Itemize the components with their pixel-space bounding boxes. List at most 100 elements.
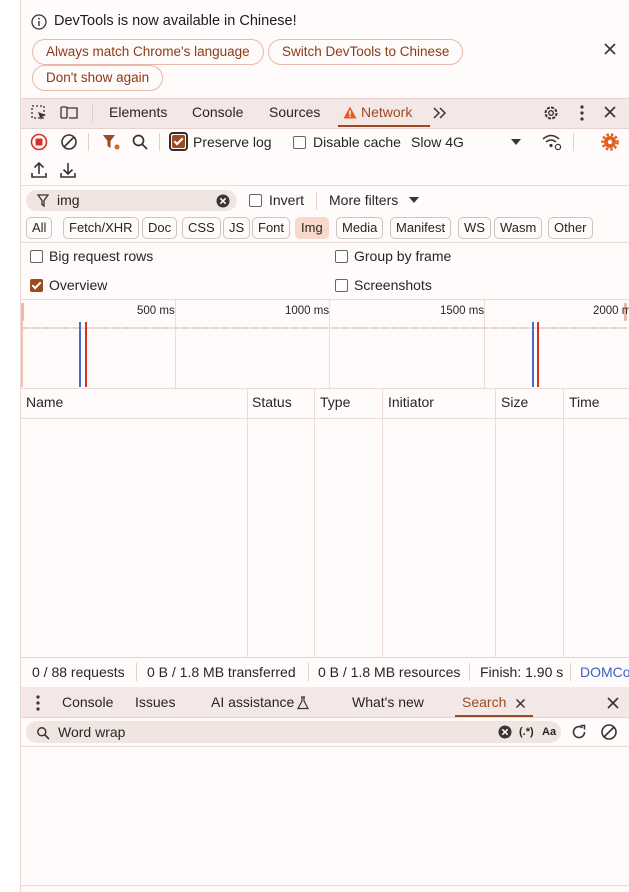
gridline: [484, 300, 485, 388]
search-icon[interactable]: [131, 133, 149, 151]
kebab-menu-icon[interactable]: [574, 103, 590, 123]
screenshots-label[interactable]: Screenshots: [354, 277, 432, 293]
gear-icon[interactable]: [541, 103, 561, 123]
type-filter-font[interactable]: Font: [252, 217, 291, 239]
load-marker: [85, 322, 87, 387]
filter-value[interactable]: img: [57, 192, 80, 208]
big-request-rows-checkbox[interactable]: [30, 250, 43, 263]
invert-label[interactable]: Invert: [269, 192, 304, 208]
record-stop-icon[interactable]: [30, 133, 48, 151]
tab-console[interactable]: Console: [192, 104, 243, 120]
more-filters-button[interactable]: More filters: [329, 192, 398, 208]
column-initiator[interactable]: Initiator: [388, 394, 434, 410]
drawer-menu-icon[interactable]: [31, 694, 45, 712]
type-filter-img[interactable]: Img: [295, 217, 329, 239]
close-devtools-icon[interactable]: [601, 103, 619, 121]
refresh-icon[interactable]: [570, 723, 588, 741]
type-filter-doc[interactable]: Doc: [142, 217, 178, 239]
close-search-tab-icon[interactable]: [513, 696, 527, 710]
match-case-toggle[interactable]: Aa: [542, 726, 556, 738]
import-har-icon[interactable]: [30, 161, 48, 179]
more-tabs-icon[interactable]: [431, 104, 449, 122]
drawer-tab-search[interactable]: Search: [462, 694, 506, 710]
clear-filter-icon[interactable]: [215, 193, 230, 208]
type-filter-ws[interactable]: WS: [458, 217, 491, 239]
search-value[interactable]: Word wrap: [58, 724, 125, 740]
screenshots-checkbox[interactable]: [335, 279, 348, 292]
invert-checkbox[interactable]: [249, 194, 262, 207]
load-marker-2: [537, 322, 539, 387]
warning-icon: [343, 105, 357, 119]
clear-search-results-icon[interactable]: [600, 723, 618, 741]
type-filter-media[interactable]: Media: [336, 217, 384, 239]
column-size[interactable]: Size: [501, 394, 528, 410]
status-requests: 0 / 88 requests: [32, 664, 125, 680]
clear-search-icon[interactable]: [497, 724, 512, 739]
infobar-message: DevTools is now available in Chinese!: [54, 13, 297, 29]
inspect-element-icon[interactable]: [29, 103, 49, 123]
throttling-select[interactable]: Slow 4G: [411, 134, 464, 150]
gridline: [175, 300, 176, 388]
type-filter-wasm[interactable]: Wasm: [494, 217, 543, 239]
active-tab-underline: [338, 125, 430, 127]
drawer-tab-issues[interactable]: Issues: [135, 694, 175, 710]
type-filter-js[interactable]: JS: [223, 217, 251, 239]
drawer-tab-whats-new[interactable]: What's new: [352, 694, 424, 710]
group-by-frame-label[interactable]: Group by frame: [354, 248, 451, 264]
close-infobar-icon[interactable]: [601, 40, 619, 58]
request-list-body[interactable]: [21, 419, 629, 657]
preserve-log-checkbox[interactable]: [172, 135, 185, 148]
page-edge: [0, 0, 21, 892]
overview-left-handle[interactable]: [21, 303, 24, 321]
export-har-icon[interactable]: [59, 161, 77, 179]
device-toolbar-icon[interactable]: [59, 103, 79, 123]
status-transferred: 0 B / 1.8 MB transferred: [147, 664, 296, 680]
search-field-icon: [35, 725, 50, 740]
disable-cache-checkbox[interactable]: [293, 136, 306, 149]
column-status[interactable]: Status: [252, 394, 292, 410]
close-drawer-icon[interactable]: [604, 694, 622, 712]
dropdown-arrow-icon[interactable]: [510, 137, 522, 147]
type-filter-manifest[interactable]: Manifest: [390, 217, 452, 239]
regex-toggle[interactable]: (.*): [519, 726, 534, 738]
tab-elements[interactable]: Elements: [109, 104, 167, 120]
overview-label[interactable]: Overview: [49, 277, 107, 293]
filter-icon[interactable]: [101, 133, 121, 151]
status-resources: 0 B / 1.8 MB resources: [318, 664, 461, 680]
column-time[interactable]: Time: [569, 394, 600, 410]
type-filter-all[interactable]: All: [26, 217, 53, 239]
drawer-tab-console[interactable]: Console: [62, 694, 113, 710]
preserve-log-label[interactable]: Preserve log: [193, 134, 272, 150]
gridline: [329, 300, 330, 388]
status-domcontentloaded: DOMCo: [580, 664, 629, 680]
flask-icon: [296, 695, 310, 711]
tab-network[interactable]: Network: [361, 104, 412, 120]
domcontentloaded-marker-2: [532, 322, 534, 387]
type-filter-css[interactable]: CSS: [182, 217, 221, 239]
match-language-button[interactable]: Always match Chrome's language: [32, 39, 264, 65]
drawer-active-tab-underline: [455, 715, 533, 717]
filter-funnel-icon: [36, 193, 50, 207]
tab-sources[interactable]: Sources: [269, 104, 320, 120]
type-filter-fetch-xhr[interactable]: Fetch/XHR: [63, 217, 139, 239]
overview-left-edge: [21, 321, 23, 387]
switch-to-chinese-button[interactable]: Switch DevTools to Chinese: [268, 39, 464, 65]
status-finish: Finish: 1.90 s: [480, 664, 564, 680]
overview-checkbox[interactable]: [30, 279, 43, 292]
search-results-area: [21, 747, 629, 885]
type-filter-other[interactable]: Other: [548, 217, 593, 239]
tick-1000ms: 1000 ms: [285, 305, 330, 317]
network-settings-gear-icon[interactable]: [600, 133, 620, 151]
clear-icon[interactable]: [60, 133, 78, 151]
big-request-rows-label[interactable]: Big request rows: [49, 248, 153, 264]
group-by-frame-checkbox[interactable]: [335, 250, 348, 263]
column-type[interactable]: Type: [320, 394, 350, 410]
more-filters-arrow-icon[interactable]: [408, 195, 420, 205]
network-conditions-icon[interactable]: [541, 133, 563, 151]
disable-cache-label[interactable]: Disable cache: [313, 134, 401, 150]
info-icon: [31, 14, 47, 30]
dont-show-again-button[interactable]: Don't show again: [32, 65, 164, 91]
column-name[interactable]: Name: [26, 394, 63, 410]
domcontentloaded-marker: [79, 322, 81, 387]
drawer-tab-ai-assistance[interactable]: AI assistance: [211, 694, 294, 710]
